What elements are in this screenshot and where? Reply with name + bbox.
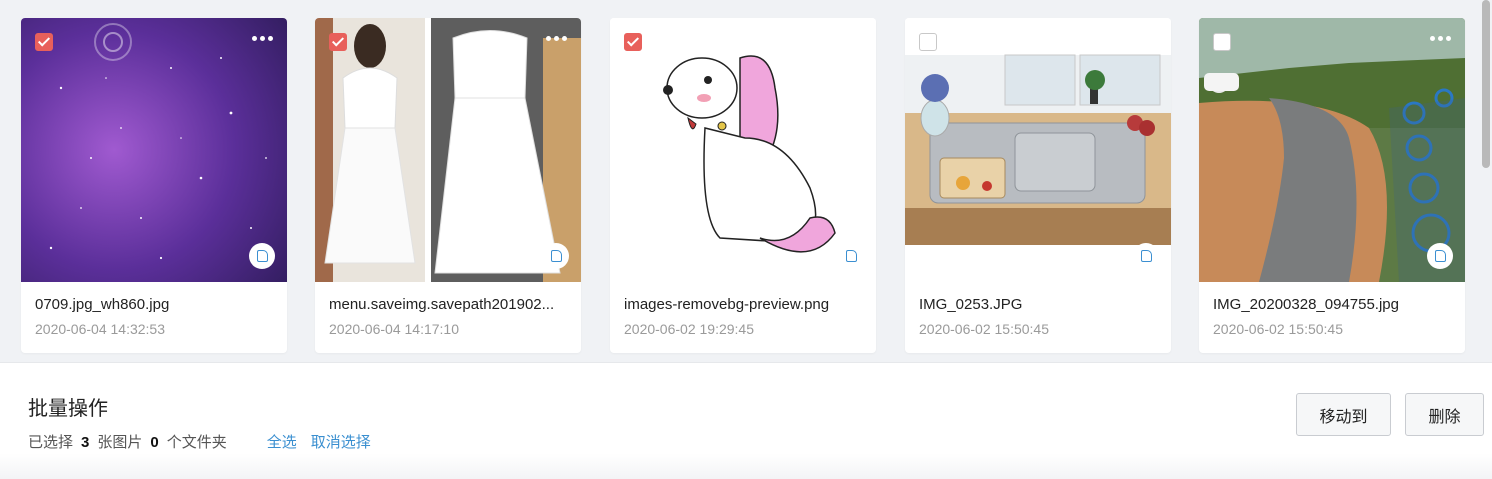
select-checkbox[interactable]	[329, 33, 347, 51]
folder-count: 0	[150, 434, 159, 451]
more-options-icon[interactable]	[546, 36, 567, 41]
image-card[interactable]: images-removebg-preview.png 2020-06-02 1…	[610, 18, 876, 353]
image-card[interactable]: 0709.jpg_wh860.jpg 2020-06-04 14:32:53	[21, 18, 287, 353]
move-to-button[interactable]: 移动到	[1296, 393, 1391, 436]
batch-title: 批量操作	[28, 398, 108, 420]
selection-summary: 已选择 3 张图片 0 个文件夹 全选 取消选择	[28, 431, 371, 452]
thumbnail-image[interactable]	[1199, 18, 1465, 282]
more-options-icon[interactable]	[1430, 36, 1451, 41]
select-checkbox[interactable]	[624, 33, 642, 51]
file-type-icon	[249, 243, 275, 269]
more-options-icon[interactable]	[252, 36, 273, 41]
image-card[interactable]: IMG_20200328_094755.jpg 2020-06-02 15:50…	[1199, 18, 1465, 353]
batch-operation-bar: 批量操作 已选择 3 张图片 0 个文件夹 全选 取消选择 移动到 删除	[0, 362, 1492, 479]
thumbnail-image[interactable]	[21, 18, 287, 282]
file-date: 2020-06-02 15:50:45	[1213, 321, 1343, 337]
file-date: 2020-06-02 19:29:45	[624, 321, 754, 337]
file-type-icon	[838, 243, 864, 269]
folder-unit: 个文件夹	[166, 434, 227, 451]
file-date: 2020-06-04 14:32:53	[35, 321, 165, 337]
file-name: menu.saveimg.savepath201902...	[329, 296, 555, 313]
file-type-icon	[1133, 243, 1159, 269]
deselect-link[interactable]: 取消选择	[311, 431, 371, 452]
image-count: 3	[81, 434, 90, 451]
file-name: IMG_20200328_094755.jpg	[1213, 296, 1399, 313]
file-type-icon	[543, 243, 569, 269]
image-grid: 0709.jpg_wh860.jpg 2020-06-04 14:32:53 m…	[21, 18, 1465, 354]
selected-prefix: 已选择	[28, 434, 74, 451]
thumbnail-image[interactable]	[315, 18, 581, 282]
file-date: 2020-06-04 14:17:10	[329, 321, 459, 337]
vertical-scrollbar[interactable]	[1482, 0, 1490, 168]
thumbnail-image[interactable]	[905, 18, 1171, 282]
thumbnail-image[interactable]	[610, 18, 876, 282]
select-checkbox[interactable]	[35, 33, 53, 51]
select-checkbox[interactable]	[1213, 33, 1231, 51]
file-name: images-removebg-preview.png	[624, 296, 830, 313]
image-card[interactable]: menu.saveimg.savepath201902... 2020-06-0…	[315, 18, 581, 353]
select-all-link[interactable]: 全选	[267, 431, 297, 452]
file-type-icon	[1427, 243, 1453, 269]
file-name: 0709.jpg_wh860.jpg	[35, 296, 170, 313]
file-name: IMG_0253.JPG	[919, 296, 1023, 313]
select-checkbox[interactable]	[919, 33, 937, 51]
delete-button[interactable]: 删除	[1405, 393, 1484, 436]
image-card[interactable]: IMG_0253.JPG 2020-06-02 15:50:45	[905, 18, 1171, 353]
image-unit: 张图片	[97, 434, 143, 451]
file-date: 2020-06-02 15:50:45	[919, 321, 1049, 337]
